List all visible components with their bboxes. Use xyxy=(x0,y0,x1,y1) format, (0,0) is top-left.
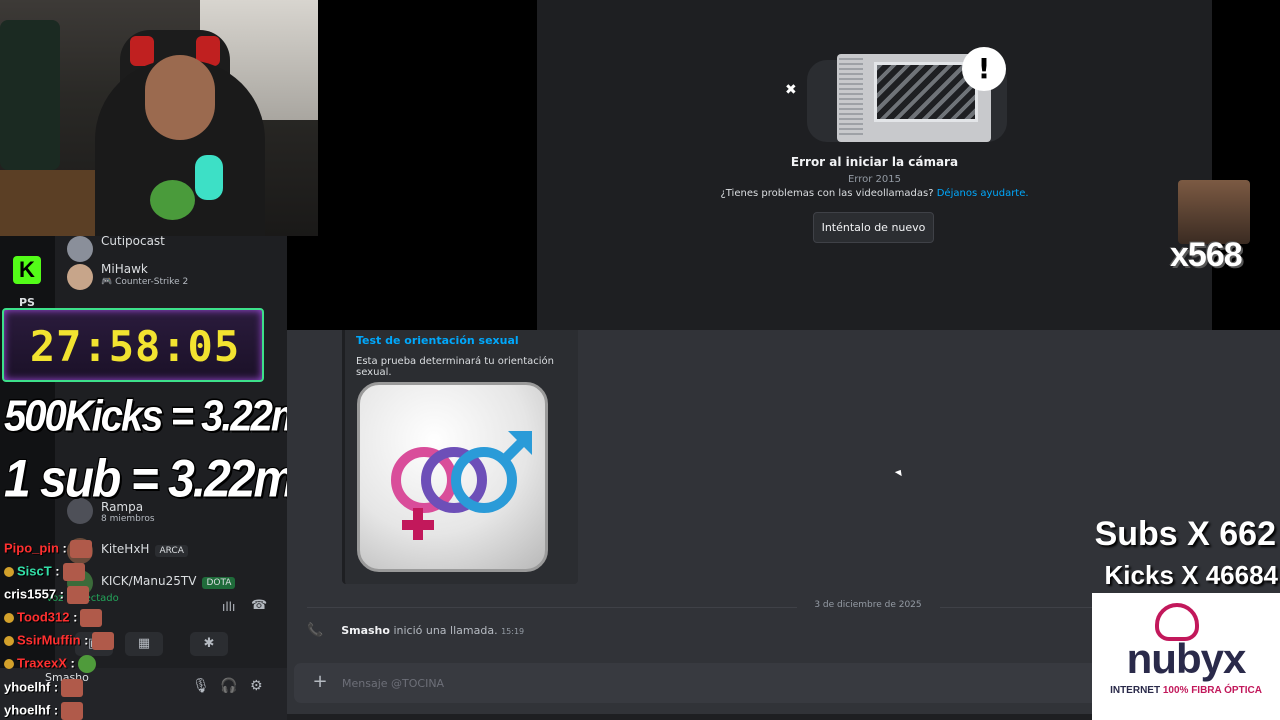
badge-icon xyxy=(4,636,14,646)
timer-value: 27:58:05 xyxy=(29,322,241,371)
headphones-icon[interactable]: 🎧 xyxy=(220,678,237,694)
embed-image[interactable] xyxy=(357,382,548,572)
kicks-counter: Kicks X 46684 xyxy=(1104,560,1278,590)
emote-icon xyxy=(80,609,103,627)
add-attachment-icon[interactable]: + xyxy=(310,672,330,692)
microphone xyxy=(195,155,223,200)
chat-line: yhoelhf : xyxy=(4,679,84,701)
chat-line: cris1557 : xyxy=(4,586,90,608)
avatar xyxy=(67,264,93,290)
call-message: 📞 Smasho inició una llamada. 15:19 xyxy=(307,623,525,638)
sub-rule: 1 sub = 3.22min xyxy=(4,450,335,509)
video-black-area xyxy=(318,0,537,330)
laughing-face-image xyxy=(1178,180,1250,244)
taskbar-strip xyxy=(287,714,1092,720)
call-user: Smasho xyxy=(341,624,390,637)
settings-gear-icon[interactable]: ⚙ xyxy=(250,678,263,694)
video-black-area-right xyxy=(1212,0,1280,330)
badge-icon xyxy=(4,613,14,623)
microphone-icon[interactable]: 🎙 xyxy=(192,678,210,694)
brand-tagline: INTERNET 100% FIBRA ÓPTICA xyxy=(1110,685,1262,696)
emote-counter: x568 xyxy=(1170,180,1254,274)
disconnect-icon[interactable]: ☎ xyxy=(251,598,267,613)
dm-activity: 🎮 Counter-Strike 2 xyxy=(101,277,189,287)
error-title: Error al iniciar la cámara xyxy=(790,155,959,169)
dm-name: MiHawk xyxy=(101,262,148,276)
kick-logo-icon[interactable]: K xyxy=(13,256,41,284)
emote-icon xyxy=(62,563,85,581)
avatar xyxy=(67,236,93,262)
badge-icon xyxy=(4,659,14,669)
error-code: Error 2015 xyxy=(847,174,901,185)
emote-icon xyxy=(67,586,90,604)
subs-counter: Subs X 662 xyxy=(1094,515,1276,553)
emote-count: x568 xyxy=(1170,236,1243,274)
gender-symbols-icon xyxy=(391,431,532,540)
floor xyxy=(0,170,100,236)
chat-line: Tood312 : xyxy=(4,609,103,631)
chat-line: SsirMuffin : xyxy=(4,632,114,654)
gaming-chair-left xyxy=(0,20,60,170)
emote-icon xyxy=(61,702,84,720)
message-composer: + xyxy=(294,663,1114,703)
pepe-emote-icon xyxy=(77,655,96,673)
chat-line: TraxexX : xyxy=(4,655,96,677)
signal-icon[interactable]: ıllı xyxy=(222,600,235,614)
stream-chat: Pipo_pin : SiscT : cris1557 : Tood312 : … xyxy=(0,538,140,720)
warning-icon: ! xyxy=(962,47,1006,91)
gamepad-icon: 🎮 xyxy=(101,277,113,287)
message-input[interactable] xyxy=(342,673,1042,693)
chat-line: Pipo_pin : xyxy=(4,540,92,562)
badge-icon xyxy=(4,567,14,577)
streamer-head xyxy=(145,55,215,140)
brand-name: nubyx xyxy=(1126,635,1247,682)
chat-line: SiscT : xyxy=(4,563,85,585)
sparkle-icon: ✖ xyxy=(785,82,797,98)
shirt-print xyxy=(150,180,195,220)
emote-icon xyxy=(69,540,92,558)
dm-name: Cutipocast xyxy=(101,236,165,248)
phone-icon: 📞 xyxy=(307,623,324,638)
camera-error-illustration: ! ✖ xyxy=(777,40,1007,144)
subathon-timer: 27:58:05 xyxy=(2,308,264,382)
emote-icon xyxy=(61,679,84,697)
soundboard-icon[interactable]: ✱ xyxy=(190,632,228,656)
emote-icon xyxy=(91,632,114,650)
embed-title[interactable]: Test de orientación sexual xyxy=(356,334,519,347)
call-panel: ! ✖ Error al iniciar la cámara Error 201… xyxy=(537,0,1212,330)
dm-item[interactable]: MiHawk 🎮 Counter-Strike 2 xyxy=(65,260,285,294)
game-tag: ARCA xyxy=(155,545,188,557)
streamer-webcam xyxy=(0,0,318,236)
help-link[interactable]: Déjanos ayudarte. xyxy=(937,188,1029,199)
error-help: ¿Tienes problemas con las videollamadas?… xyxy=(720,188,1029,199)
retry-button[interactable]: Inténtalo de nuevo xyxy=(813,212,934,243)
dm-members: 8 miembros xyxy=(101,514,155,524)
link-embed: Test de orientación sexual Esta prueba d… xyxy=(342,330,578,584)
sponsor-ad: nubyx INTERNET 100% FIBRA ÓPTICA xyxy=(1092,593,1280,720)
chat-line: yhoelhf : xyxy=(4,702,84,720)
game-tag: DOTA xyxy=(202,577,236,589)
embed-description: Esta prueba determinará tu orientación s… xyxy=(356,356,554,378)
